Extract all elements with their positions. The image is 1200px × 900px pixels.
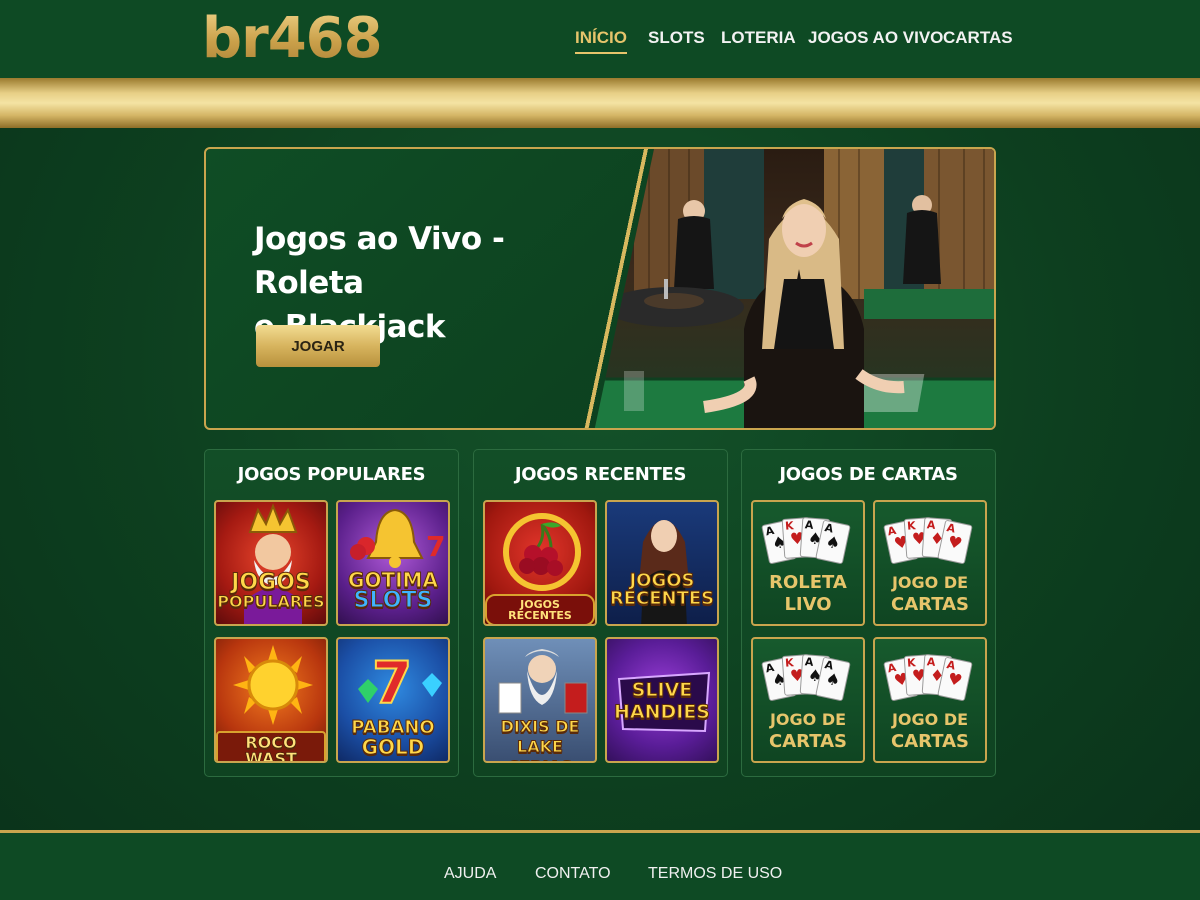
game-tile[interactable]: A ♠ K ♥ A ♠ A ♠ ROLETA LIVO xyxy=(751,500,865,626)
panel-title: JOGOS DE CARTAS xyxy=(779,464,958,485)
svg-text:7: 7 xyxy=(426,530,445,563)
tile-title: JOGO DE CARTAS xyxy=(891,573,969,615)
tile-title: GOTIMA SLOTS xyxy=(348,568,439,613)
card-games-panel: JOGOS DE CARTAS A ♠ K ♥ A ♠ A ♠ ROLETA LIVO … xyxy=(741,449,996,777)
site-footer: AJUDA CONTATO TERMOS DE USO xyxy=(0,830,1200,900)
game-tile[interactable]: 7 PABANO GOLD xyxy=(336,637,450,763)
tile-title: ROLETA LIVO xyxy=(769,572,847,615)
tile-title: JOGO DE CARTAS xyxy=(891,710,969,752)
tile-title: DIXIS DE LAKE CERIAS xyxy=(500,717,580,762)
nav-item-loteria[interactable]: LOTERIA xyxy=(721,28,796,48)
playing-cards-icon: A ♥ K ♥ A ♦ A ♥ xyxy=(883,653,977,703)
tile-title: JOGOS RECENTES xyxy=(609,570,715,609)
tile-title: PABANO GOLD xyxy=(351,717,436,759)
panel-title: JOGOS POPULARES xyxy=(237,464,426,485)
game-tile[interactable]: A ♠ K ♥ A ♠ A ♠ JOGO DE CARTAS xyxy=(751,637,865,763)
game-tile[interactable]: SLIVE HANDIES xyxy=(605,637,719,763)
game-tile[interactable]: DIXIS DE LAKE CERIAS xyxy=(483,637,597,763)
live-casino-illustration xyxy=(594,149,994,428)
panel-title: JOGOS RECENTES xyxy=(514,464,687,485)
game-tile[interactable]: ROCO WAST xyxy=(214,637,328,763)
nav-item-jogos-ao-vivo[interactable]: JOGOS AO VIVO xyxy=(808,28,943,48)
hero-title-line1: Jogos ao Vivo - Roleta xyxy=(254,221,505,301)
game-tile[interactable]: 7 GOTIMA SLOTS xyxy=(336,500,450,626)
game-tile[interactable]: JOGOS POPULARES xyxy=(214,500,328,626)
footer-link-ajuda[interactable]: AJUDA xyxy=(444,865,496,883)
footer-link-contato[interactable]: CONTATO xyxy=(535,865,611,883)
tile-title: SLIVE HANDIES xyxy=(613,679,710,724)
tile-title: JOGOS POPULARES xyxy=(217,570,325,611)
site-header: br468 INÍCIO SLOTS LOTERIA JOGOS AO VIVO… xyxy=(0,0,1200,78)
nav-item-inicio[interactable]: INÍCIO xyxy=(575,28,627,54)
popular-games-panel: JOGOS POPULARES JOGOS POPULARES 7 GOTIMA… xyxy=(204,449,459,777)
playing-cards-icon: A ♠ K ♥ A ♠ A ♠ xyxy=(761,516,855,566)
live-dealer-photo xyxy=(594,149,994,428)
nav-item-cartas[interactable]: CARTAS xyxy=(943,28,1013,48)
tile-title: JOGOS RECENTES xyxy=(485,594,595,624)
recent-games-panel: JOGOS RECENTES JOGOS RECENTES JOGOS RECE… xyxy=(473,449,728,777)
play-button[interactable]: JOGAR xyxy=(256,325,380,367)
game-tile[interactable]: A ♥ K ♥ A ♦ A ♥ JOGO DE CARTAS xyxy=(873,637,987,763)
game-tile[interactable]: JOGOS RECENTES xyxy=(483,500,597,626)
playing-cards-icon: A ♠ K ♥ A ♠ A ♠ xyxy=(761,653,855,703)
game-tile[interactable]: A ♥ K ♥ A ♦ A ♥ JOGO DE CARTAS xyxy=(873,500,987,626)
svg-text:7: 7 xyxy=(372,649,412,717)
footer-link-termos[interactable]: TERMOS DE USO xyxy=(648,865,782,883)
hero-banner[interactable]: Jogos ao Vivo - Roleta e Blackjack JOGAR xyxy=(204,147,996,430)
nav-item-slots[interactable]: SLOTS xyxy=(648,28,705,48)
tile-title: JOGO DE CARTAS xyxy=(769,710,847,752)
gold-banner-strip xyxy=(0,78,1200,128)
main-nav: INÍCIO SLOTS LOTERIA JOGOS AO VIVO CARTA… xyxy=(0,28,1200,58)
game-tile[interactable]: JOGOS RECENTES xyxy=(605,500,719,626)
playing-cards-icon: A ♥ K ♥ A ♦ A ♥ xyxy=(883,516,977,566)
tile-title: ROCO WAST xyxy=(216,731,326,761)
